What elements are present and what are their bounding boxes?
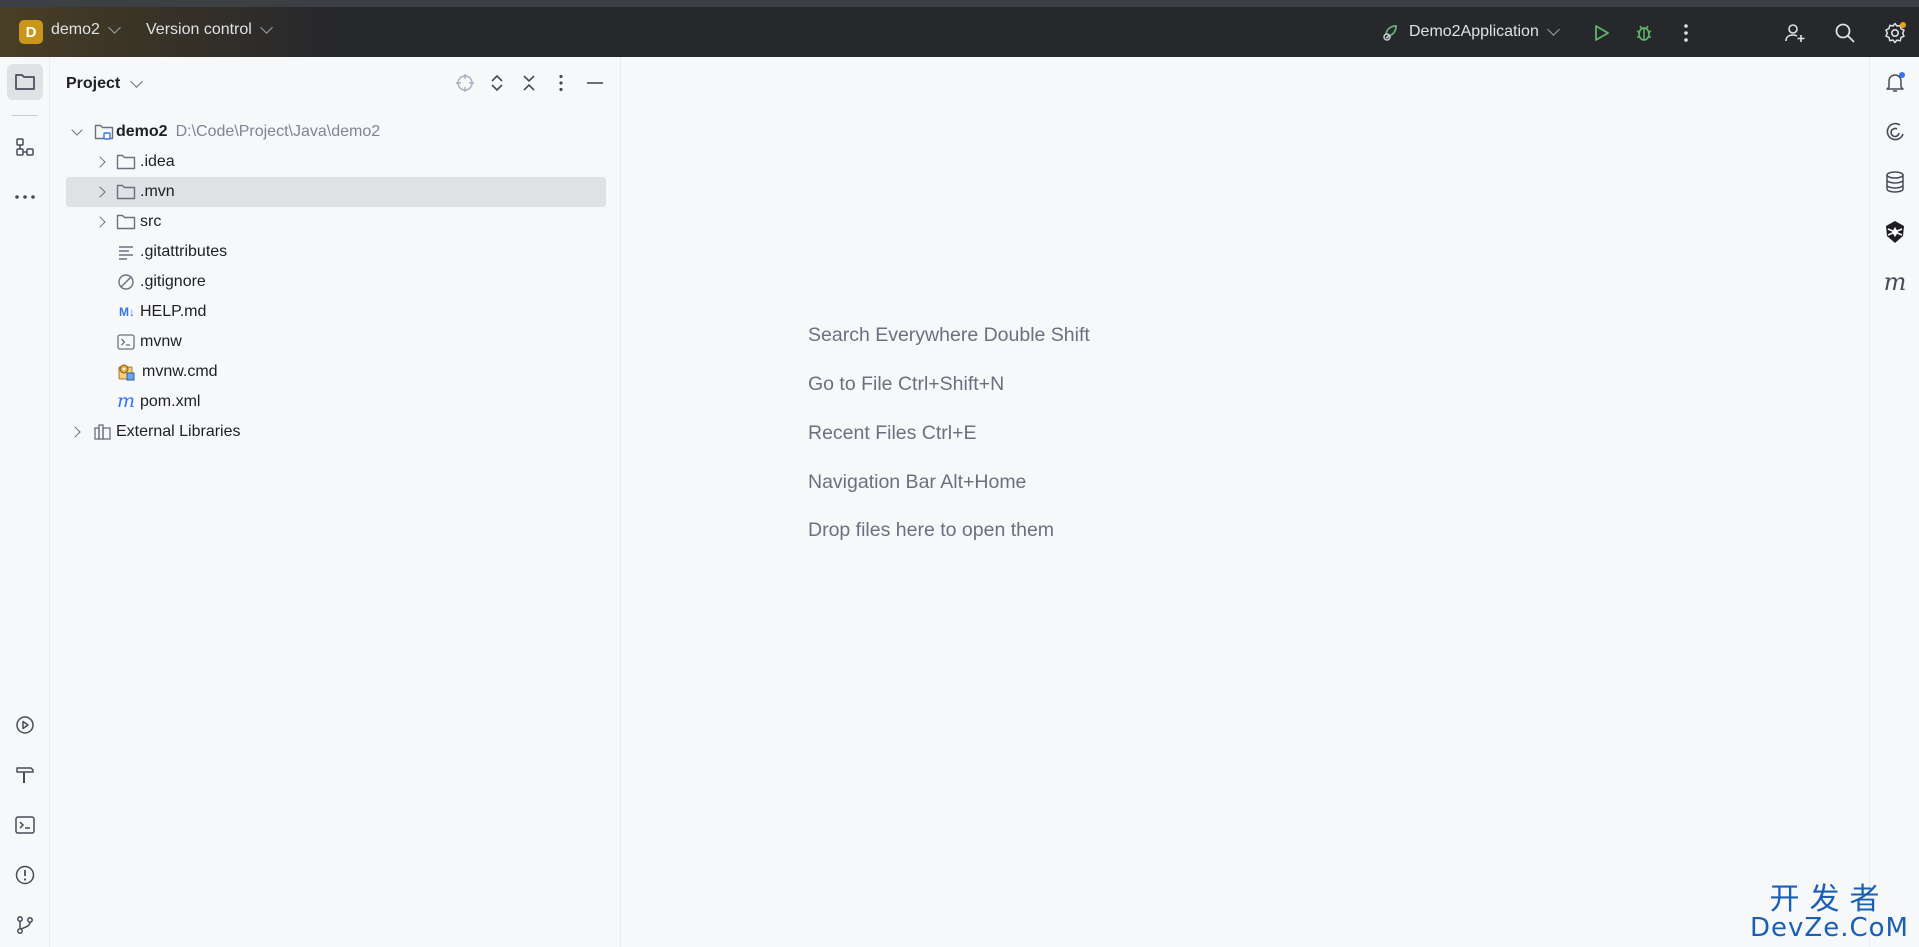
- tree-item-help-md[interactable]: M↓ HELP.md: [66, 297, 606, 327]
- expand-all-icon[interactable]: [484, 70, 510, 96]
- title-bar: D demo2 Version control Demo2Application: [0, 0, 1919, 57]
- right-tool-strip: m: [1869, 57, 1919, 947]
- locate-file-icon[interactable]: [452, 70, 478, 96]
- project-tool-button[interactable]: [7, 64, 43, 100]
- hide-panel-icon[interactable]: [582, 70, 608, 96]
- tree-label: pom.xml: [140, 393, 201, 410]
- debug-icon[interactable]: [1631, 20, 1657, 46]
- panel-options-icon[interactable]: [548, 70, 574, 96]
- chevron-right-icon[interactable]: [69, 426, 81, 438]
- services-tool-button[interactable]: [7, 707, 43, 743]
- tree-item-mvn[interactable]: .mvn: [66, 177, 606, 207]
- add-user-icon[interactable]: [1782, 20, 1808, 46]
- problems-tool-button[interactable]: [7, 857, 43, 893]
- notifications-icon[interactable]: [1878, 65, 1912, 99]
- tree-item-mvnw-cmd[interactable]: mvnw.cmd: [66, 357, 606, 387]
- panel-title: Project: [66, 75, 121, 92]
- spring-boot-icon: [1381, 21, 1403, 43]
- structure-icon: [14, 136, 36, 158]
- tree-label: .mvn: [140, 183, 175, 200]
- project-view-selector[interactable]: Project: [66, 75, 144, 93]
- chevron-down-icon: [1546, 23, 1560, 36]
- git-branch-icon: [14, 914, 36, 936]
- run-icon[interactable]: [1588, 20, 1614, 46]
- left-tool-strip: [0, 57, 50, 947]
- tree-label: .gitattributes: [140, 243, 228, 260]
- watermark-logo: 开发者 DevZe.CoM: [1750, 882, 1909, 943]
- chevron-right-icon[interactable]: [94, 156, 106, 168]
- tree-item-pom-xml[interactable]: m pom.xml: [66, 387, 606, 417]
- tree-label: demo2: [116, 123, 168, 140]
- tree-label: External Libraries: [116, 423, 241, 440]
- ai-assistant-icon[interactable]: [1878, 115, 1912, 149]
- collapse-all-icon[interactable]: [516, 70, 542, 96]
- structure-tool-button[interactable]: [7, 129, 43, 165]
- hint-drop-files: Drop files here to open them: [808, 519, 1055, 541]
- problems-icon: [14, 864, 36, 886]
- tree-item-src[interactable]: src: [66, 207, 606, 237]
- more-horizontal-icon: [14, 194, 36, 200]
- tree-label: mvnw.cmd: [142, 363, 218, 380]
- tree-path: D:\Code\Project\Java\demo2: [175, 123, 381, 140]
- maven-icon: m: [116, 390, 136, 412]
- run-config-selector[interactable]: Demo2Application: [1381, 21, 1560, 43]
- watermark-line-2: DevZe.CoM: [1750, 913, 1909, 943]
- tree-label: HELP.md: [140, 303, 207, 320]
- more-tools-button[interactable]: [7, 179, 43, 215]
- markdown-icon: M↓: [119, 305, 135, 319]
- project-panel: Project demo2 D:\Code\Project\Java\demo2: [51, 57, 621, 947]
- git-tool-button[interactable]: [7, 907, 43, 943]
- build-tool-button[interactable]: [7, 757, 43, 793]
- terminal-icon: [14, 815, 36, 835]
- strip-divider: [12, 115, 38, 116]
- ignore-file-icon: [116, 272, 136, 292]
- chevron-down-icon[interactable]: [71, 124, 83, 136]
- module-folder-icon: [94, 122, 114, 142]
- editor-empty-state: Search Everywhere Double Shift Go to Fil…: [622, 57, 1869, 947]
- tree-label: .idea: [140, 153, 175, 170]
- tree-item-external-libraries[interactable]: External Libraries: [66, 417, 606, 447]
- run-config-name: Demo2Application: [1409, 23, 1539, 40]
- search-icon[interactable]: [1832, 20, 1858, 46]
- tree-label: .gitignore: [140, 273, 206, 290]
- folder-icon: [116, 182, 136, 202]
- tree-item-mvnw[interactable]: mvnw: [66, 327, 606, 357]
- folder-icon: [116, 212, 136, 232]
- text-file-icon: [116, 242, 136, 262]
- settings-gear-icon[interactable]: [1882, 20, 1908, 46]
- version-control-menu[interactable]: Version control: [146, 21, 273, 39]
- batch-file-icon: [116, 362, 136, 382]
- tree-item-idea[interactable]: .idea: [66, 147, 606, 177]
- tree-label: mvnw: [140, 333, 182, 350]
- kubernetes-icon[interactable]: [1878, 215, 1912, 249]
- terminal-tool-button[interactable]: [7, 807, 43, 843]
- tree-item-gitignore[interactable]: .gitignore: [66, 267, 606, 297]
- chevron-right-icon[interactable]: [94, 186, 106, 198]
- version-control-label: Version control: [146, 21, 252, 38]
- tree-item-gitattributes[interactable]: .gitattributes: [66, 237, 606, 267]
- project-name: demo2: [51, 21, 100, 38]
- hammer-icon: [14, 764, 36, 786]
- library-icon: [93, 422, 113, 442]
- maven-tool-icon[interactable]: m: [1878, 265, 1912, 299]
- chevron-down-icon: [259, 21, 273, 34]
- chevron-down-icon: [130, 75, 144, 88]
- tree-item-demo2[interactable]: demo2 D:\Code\Project\Java\demo2: [66, 117, 606, 147]
- database-icon[interactable]: [1878, 165, 1912, 199]
- tree-label: src: [140, 213, 162, 230]
- more-actions-icon[interactable]: [1673, 20, 1699, 46]
- hint-search-everywhere: Search Everywhere Double Shift: [808, 324, 1090, 346]
- folder-icon: [14, 72, 36, 92]
- folder-icon: [116, 152, 136, 172]
- chevron-right-icon[interactable]: [94, 216, 106, 228]
- hint-go-to-file: Go to File Ctrl+Shift+N: [808, 373, 1005, 395]
- hint-navigation-bar: Navigation Bar Alt+Home: [808, 471, 1027, 493]
- project-badge[interactable]: D: [19, 20, 43, 44]
- chevron-down-icon: [108, 21, 121, 34]
- hint-recent-files: Recent Files Ctrl+E: [808, 422, 977, 444]
- services-icon: [13, 713, 37, 737]
- watermark-line-1: 开发者: [1769, 882, 1890, 917]
- shell-script-icon: [116, 332, 136, 352]
- project-selector[interactable]: demo2: [51, 21, 121, 39]
